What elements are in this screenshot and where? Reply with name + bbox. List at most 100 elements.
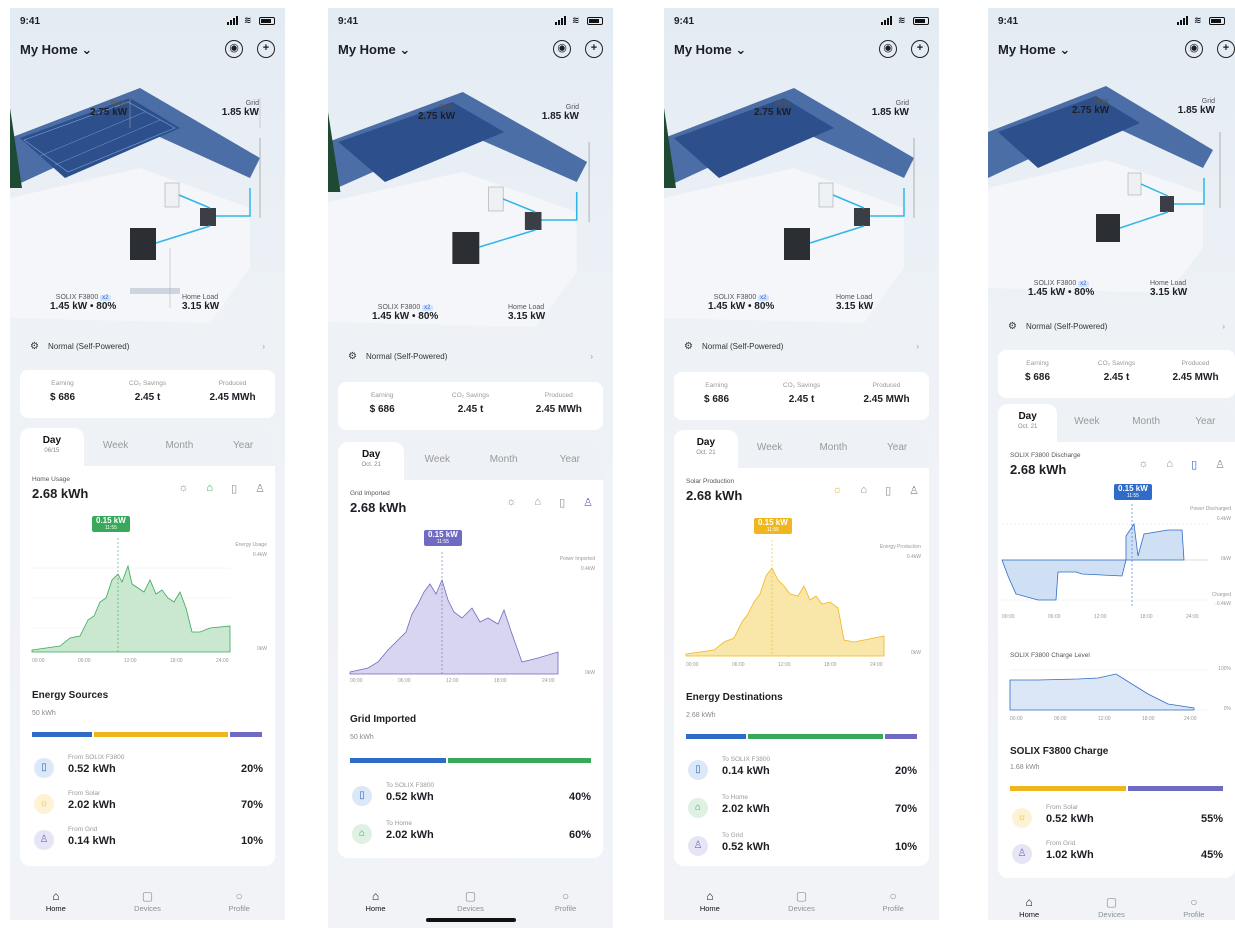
- solar-icon[interactable]: ☼: [178, 482, 188, 495]
- earning-label: Earning: [51, 380, 74, 387]
- solar-chart: 0.15 kW 11:55 Energy Production 0.4kW 0kW…: [685, 518, 921, 668]
- tab-year[interactable]: Year: [865, 430, 929, 468]
- battery-icon: [913, 16, 929, 25]
- tab-year[interactable]: Year: [537, 442, 603, 480]
- camera-icon[interactable]: ◉: [1185, 40, 1203, 58]
- stats-card: Earning $ 686 CO₂ Savings 2.45 t Produced 2…: [998, 350, 1235, 398]
- nav-devices[interactable]: ▢ Devices: [102, 888, 194, 920]
- nav-home[interactable]: ⌂ Home: [988, 894, 1070, 920]
- tab-day[interactable]: Day Oct. 21: [998, 404, 1058, 442]
- solar-value: 2.75 kW: [90, 107, 128, 118]
- device-metric[interactable]: SOLIX F3800 x2 1.45 kW • 80%: [50, 294, 116, 312]
- tab-day[interactable]: Day 06/15: [20, 428, 84, 466]
- signal-icon: [881, 16, 895, 25]
- nav-profile[interactable]: ○ Profile: [518, 888, 613, 928]
- section-subtitle: 50 kWh: [32, 710, 56, 717]
- nav-profile[interactable]: ○ Profile: [193, 888, 285, 920]
- add-icon[interactable]: +: [911, 40, 929, 58]
- device-metric[interactable]: SOLIX F3800 x2 1.45 kW • 80%: [1028, 280, 1094, 298]
- device-value: 1.45 kW • 80%: [50, 301, 117, 312]
- grid-label: Grid: [245, 100, 259, 107]
- tab-month[interactable]: Month: [1117, 404, 1176, 442]
- camera-icon[interactable]: ◉: [225, 40, 243, 58]
- battery-icon: ▯: [34, 758, 54, 778]
- phone-screen-solar-production: 9:41 ≋ My Home ⌄ ◉ + Solar 2.75 kW Grid 1.…: [664, 8, 939, 920]
- tab-month[interactable]: Month: [802, 430, 866, 468]
- tab-month[interactable]: Month: [148, 428, 212, 466]
- solar-icon[interactable]: ☼: [506, 496, 516, 509]
- nav-profile[interactable]: ○ Profile: [1153, 894, 1235, 920]
- list-item: ☼ From Solar 0.52 kWh 55%: [1010, 804, 1223, 834]
- add-icon[interactable]: +: [1217, 40, 1235, 58]
- status-bar: 9:41 ≋: [338, 16, 603, 30]
- wifi-icon: ≋: [1194, 15, 1202, 25]
- chart-zero-value: 0kW: [257, 646, 267, 652]
- list-item: ♙ To Grid 0.52 kWh 10%: [686, 832, 917, 862]
- tab-day[interactable]: Day Oct. 21: [338, 442, 405, 480]
- device-metric[interactable]: SOLIX F3800 x2 1.45 kW • 80%: [708, 294, 774, 312]
- home-icon[interactable]: ⌂: [534, 496, 541, 509]
- grid-tower-icon[interactable]: ♙: [255, 482, 265, 495]
- nav-devices[interactable]: ▢ Devices: [423, 888, 518, 928]
- list-item: ⌂ To Home 2.02 kWh 60%: [350, 820, 591, 850]
- home-load-value: 3.15 kW: [182, 301, 220, 312]
- mode-selector[interactable]: ⚙ Normal (Self-Powered) ›: [998, 314, 1235, 340]
- mode-selector[interactable]: ⚙ Normal (Self-Powered) ›: [20, 334, 275, 360]
- home-selector[interactable]: My Home ⌄: [20, 42, 92, 58]
- device-metric[interactable]: SOLIX F3800 x2 1.45 kW • 80%: [372, 304, 438, 322]
- add-icon[interactable]: +: [257, 40, 275, 58]
- nav-devices[interactable]: ▢ Devices: [756, 888, 848, 920]
- camera-icon[interactable]: ◉: [553, 40, 571, 58]
- wifi-icon: ≋: [898, 15, 906, 25]
- grid-tower-icon[interactable]: ♙: [909, 484, 919, 497]
- tab-week[interactable]: Week: [1057, 404, 1116, 442]
- nav-home[interactable]: ⌂ Home: [328, 888, 423, 928]
- home-icon[interactable]: ⌂: [206, 482, 213, 495]
- camera-icon[interactable]: ◉: [879, 40, 897, 58]
- solar-icon[interactable]: ☼: [1138, 458, 1148, 471]
- tab-week[interactable]: Week: [738, 430, 802, 468]
- tab-week[interactable]: Week: [404, 442, 470, 480]
- profile-icon: ○: [235, 889, 243, 903]
- grid-tower-icon[interactable]: ♙: [1215, 458, 1225, 471]
- tab-year[interactable]: Year: [211, 428, 275, 466]
- grid-tower-icon: ♙: [1012, 844, 1032, 864]
- status-time: 9:41: [20, 16, 41, 27]
- list-item: ♙ From Grid 0.14 kWh 10%: [32, 826, 263, 856]
- home-icon[interactable]: ⌂: [1166, 458, 1173, 471]
- grid-chart: 0.15 kW 11:55 Power Imported 0.4kW 0kW 00…: [349, 530, 595, 684]
- home-icon: ⌂: [352, 824, 372, 844]
- battery-filter-icon[interactable]: ▯: [231, 482, 237, 495]
- nav-home[interactable]: ⌂ Home: [10, 888, 102, 920]
- house-illustration: Solar 2.75 kW Grid 1.85 kW SOLIX F3800 x…: [10, 68, 285, 328]
- battery-filter-icon[interactable]: ▯: [885, 484, 891, 497]
- tab-month[interactable]: Month: [471, 442, 537, 480]
- phone-screen-home-usage: 9:41 ≋ My Home ⌄ ◉ + Solar 2.75 kW Grid …: [10, 8, 285, 920]
- battery-filter-icon[interactable]: ▯: [559, 496, 565, 509]
- produced-value: 2.45 MWh: [209, 392, 256, 403]
- add-icon[interactable]: +: [585, 40, 603, 58]
- tab-week[interactable]: Week: [84, 428, 148, 466]
- home-selector[interactable]: My Home ⌄: [998, 42, 1070, 58]
- co2-label: CO₂ Savings: [128, 380, 167, 387]
- battery-icon: ▯: [352, 786, 372, 806]
- mode-selector[interactable]: ⚙ Normal (Self-Powered) ›: [338, 344, 603, 370]
- battery-icon: ▯: [688, 760, 708, 780]
- battery-icon: [1209, 16, 1225, 25]
- home-load-label: Home Load: [182, 294, 219, 301]
- home-selector[interactable]: My Home ⌄: [338, 42, 410, 58]
- gear-icon: ⚙: [30, 341, 39, 352]
- charge-level-title: SOLIX F3800 Charge Level: [1010, 652, 1090, 659]
- discharge-chart: 0.15 kW 11:55 Power Discharged 0.4kW 0kW …: [1001, 484, 1231, 620]
- battery-filter-icon[interactable]: ▯: [1191, 458, 1197, 471]
- mode-selector[interactable]: ⚙ Normal (Self-Powered) ›: [674, 334, 929, 360]
- nav-profile[interactable]: ○ Profile: [847, 888, 939, 920]
- tab-day[interactable]: Day Oct. 21: [674, 430, 738, 468]
- grid-tower-icon[interactable]: ♙: [583, 496, 593, 509]
- tab-year[interactable]: Year: [1176, 404, 1235, 442]
- solar-icon[interactable]: ☼: [832, 484, 842, 497]
- nav-home[interactable]: ⌂ Home: [664, 888, 756, 920]
- home-selector[interactable]: My Home ⌄: [674, 42, 746, 58]
- home-icon[interactable]: ⌂: [860, 484, 867, 497]
- nav-devices[interactable]: ▢ Devices: [1070, 894, 1152, 920]
